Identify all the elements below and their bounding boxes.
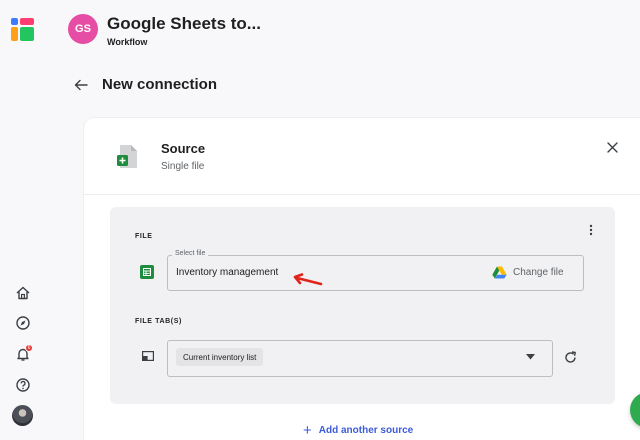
bell-icon[interactable]: 6 bbox=[14, 344, 33, 363]
selected-tab-chip[interactable]: Current inventory list bbox=[176, 348, 264, 366]
user-avatar[interactable] bbox=[12, 405, 33, 426]
select-file-label: Select file bbox=[172, 250, 209, 257]
change-file-button[interactable]: Change file bbox=[492, 264, 564, 280]
annotation-arrow-icon bbox=[293, 273, 323, 286]
google-sheets-file-icon bbox=[116, 144, 138, 170]
refresh-icon[interactable] bbox=[563, 350, 578, 365]
chevron-down-icon bbox=[526, 354, 535, 360]
page-title: New connection bbox=[102, 76, 218, 93]
plus-icon: + bbox=[303, 421, 312, 439]
tab-icon bbox=[142, 351, 154, 361]
panel-divider bbox=[84, 194, 640, 195]
close-icon[interactable] bbox=[604, 139, 620, 155]
workspace-avatar[interactable]: GS bbox=[68, 14, 98, 44]
file-tabs-section-label: FILE TAB(S) bbox=[135, 318, 182, 325]
file-section-label: FILE bbox=[135, 233, 153, 240]
notification-badge: 6 bbox=[25, 344, 33, 352]
left-rail: 6 bbox=[0, 0, 48, 440]
source-subtitle: Single file bbox=[161, 161, 205, 172]
sheets-icon bbox=[140, 265, 154, 279]
workspace-subtitle: Workflow bbox=[107, 37, 148, 47]
app-logo-icon[interactable] bbox=[11, 18, 35, 42]
change-file-label: Change file bbox=[513, 266, 564, 278]
add-another-source-label: Add another source bbox=[318, 425, 414, 436]
compass-icon[interactable] bbox=[14, 314, 32, 332]
home-icon[interactable] bbox=[14, 284, 32, 302]
more-options-icon[interactable] bbox=[584, 222, 598, 238]
add-another-source-button[interactable]: + Add another source bbox=[303, 421, 414, 439]
help-icon[interactable] bbox=[14, 376, 32, 394]
back-arrow-icon[interactable] bbox=[72, 77, 90, 93]
google-drive-icon bbox=[492, 266, 507, 278]
source-title: Source bbox=[161, 141, 206, 156]
workspace-title[interactable]: Google Sheets to... bbox=[107, 14, 261, 34]
selected-file-name: Inventory management bbox=[176, 267, 279, 278]
